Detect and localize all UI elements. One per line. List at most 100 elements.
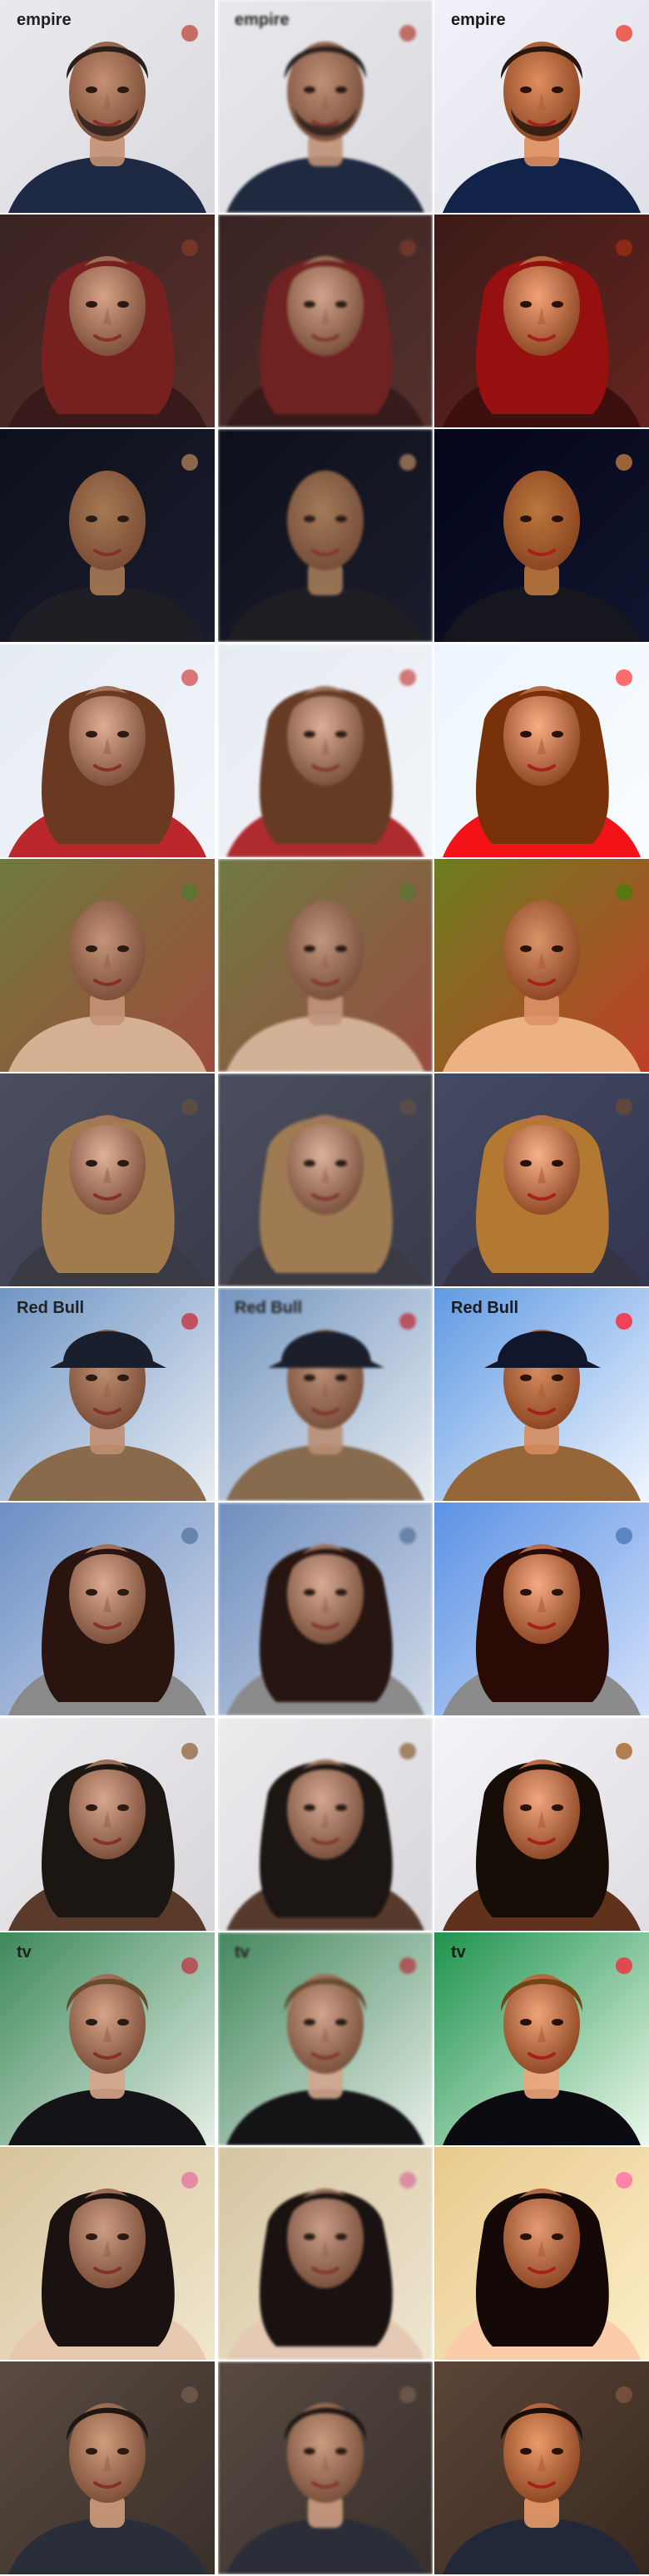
portrait-image xyxy=(218,1718,433,1931)
portrait-image: empire xyxy=(0,0,215,213)
left-eye xyxy=(86,1160,97,1167)
left-eye xyxy=(86,1589,97,1596)
right-eye xyxy=(552,86,563,93)
right-eye xyxy=(117,2448,129,2455)
portrait-image xyxy=(0,2361,215,2574)
left-eye xyxy=(304,2448,315,2455)
portrait-tile-restored xyxy=(434,429,649,642)
portrait-image xyxy=(218,644,433,857)
right-eye xyxy=(552,2448,563,2455)
portrait-tile-degraded xyxy=(218,429,433,642)
background-accent xyxy=(399,669,416,686)
portrait-tile-restored xyxy=(434,1073,649,1286)
left-eye xyxy=(304,1160,315,1167)
portrait-tile-restored xyxy=(434,2361,649,2574)
portrait-image xyxy=(218,2147,433,2360)
left-eye xyxy=(304,1374,315,1381)
right-eye xyxy=(335,86,347,93)
left-eye xyxy=(520,301,532,308)
right-eye xyxy=(552,1589,563,1596)
portrait-image xyxy=(0,1503,215,1715)
portrait-tile-restored xyxy=(434,1718,649,1931)
backdrop-text: tv xyxy=(451,1943,467,1962)
background-accent xyxy=(399,1527,416,1544)
background-accent xyxy=(181,1313,198,1330)
left-eye xyxy=(86,2019,97,2026)
backdrop-text: Red Bull xyxy=(17,1299,84,1317)
portrait-image xyxy=(218,215,433,427)
portrait-tile-original: tv xyxy=(0,1932,215,2145)
right-eye xyxy=(335,301,347,308)
portrait-image xyxy=(434,859,649,1072)
left-eye xyxy=(86,86,97,93)
left-eye xyxy=(86,2448,97,2455)
background-accent xyxy=(399,2172,416,2189)
portrait-tile-original xyxy=(0,1073,215,1286)
portrait-tile-original: Red Bull xyxy=(0,1288,215,1501)
right-eye xyxy=(552,1160,563,1167)
right-eye xyxy=(117,2019,129,2026)
portrait-image: empire xyxy=(434,0,649,213)
portrait-image xyxy=(434,1503,649,1715)
portrait-image xyxy=(434,215,649,427)
background-accent xyxy=(399,2386,416,2403)
left-eye xyxy=(520,516,532,522)
portrait-tile-original xyxy=(0,2361,215,2574)
backdrop-text: tv xyxy=(235,1943,250,1962)
background-accent xyxy=(399,25,416,42)
right-eye xyxy=(335,516,347,522)
portrait-tile-original xyxy=(0,215,215,427)
right-eye xyxy=(552,2233,563,2240)
left-eye xyxy=(520,731,532,738)
background-accent xyxy=(616,25,632,42)
portrait-tile-original xyxy=(0,1503,215,1715)
portrait-tile-degraded: empire xyxy=(218,0,433,213)
portrait-tile-degraded xyxy=(218,2361,433,2574)
right-eye xyxy=(552,2019,563,2026)
portrait-tile-restored xyxy=(434,215,649,427)
portrait-image: tv xyxy=(0,1932,215,2145)
right-eye xyxy=(335,1804,347,1811)
background-accent xyxy=(181,2172,198,2189)
background-accent xyxy=(616,1957,632,1974)
right-eye xyxy=(117,86,129,93)
portrait-tile-degraded xyxy=(218,1073,433,1286)
right-eye xyxy=(335,1589,347,1596)
face-comparison-grid: empire empire empire Red Bull Red Bull Red Bu… xyxy=(0,0,649,2576)
background-accent xyxy=(181,1957,198,1974)
portrait-image xyxy=(0,2147,215,2360)
right-eye xyxy=(117,1804,129,1811)
left-eye xyxy=(520,2448,532,2455)
portrait-tile-degraded xyxy=(218,859,433,1072)
left-eye xyxy=(520,945,532,952)
left-eye xyxy=(86,516,97,522)
background-accent xyxy=(181,239,198,256)
right-eye xyxy=(117,301,129,308)
portrait-image xyxy=(218,1073,433,1286)
portrait-image xyxy=(434,429,649,642)
background-accent xyxy=(399,1743,416,1759)
portrait-image xyxy=(434,2361,649,2574)
right-eye xyxy=(335,1374,347,1381)
right-eye xyxy=(552,1804,563,1811)
portrait-image: tv xyxy=(434,1932,649,2145)
background-accent xyxy=(181,1527,198,1544)
portrait-tile-original xyxy=(0,2147,215,2360)
background-accent xyxy=(616,884,632,901)
left-eye xyxy=(520,2019,532,2026)
portrait-image xyxy=(0,1718,215,1931)
portrait-tile-degraded xyxy=(218,644,433,857)
background-accent xyxy=(399,239,416,256)
left-eye xyxy=(520,2233,532,2240)
backdrop-text: empire xyxy=(451,11,506,29)
left-eye xyxy=(86,731,97,738)
portrait-image xyxy=(434,1073,649,1286)
right-eye xyxy=(335,945,347,952)
portrait-tile-original xyxy=(0,1718,215,1931)
background-accent xyxy=(616,1098,632,1115)
left-eye xyxy=(520,86,532,93)
portrait-image: Red Bull xyxy=(0,1288,215,1501)
portrait-tile-original: empire xyxy=(0,0,215,213)
backdrop-text: Red Bull xyxy=(235,1299,302,1317)
portrait-image xyxy=(0,644,215,857)
